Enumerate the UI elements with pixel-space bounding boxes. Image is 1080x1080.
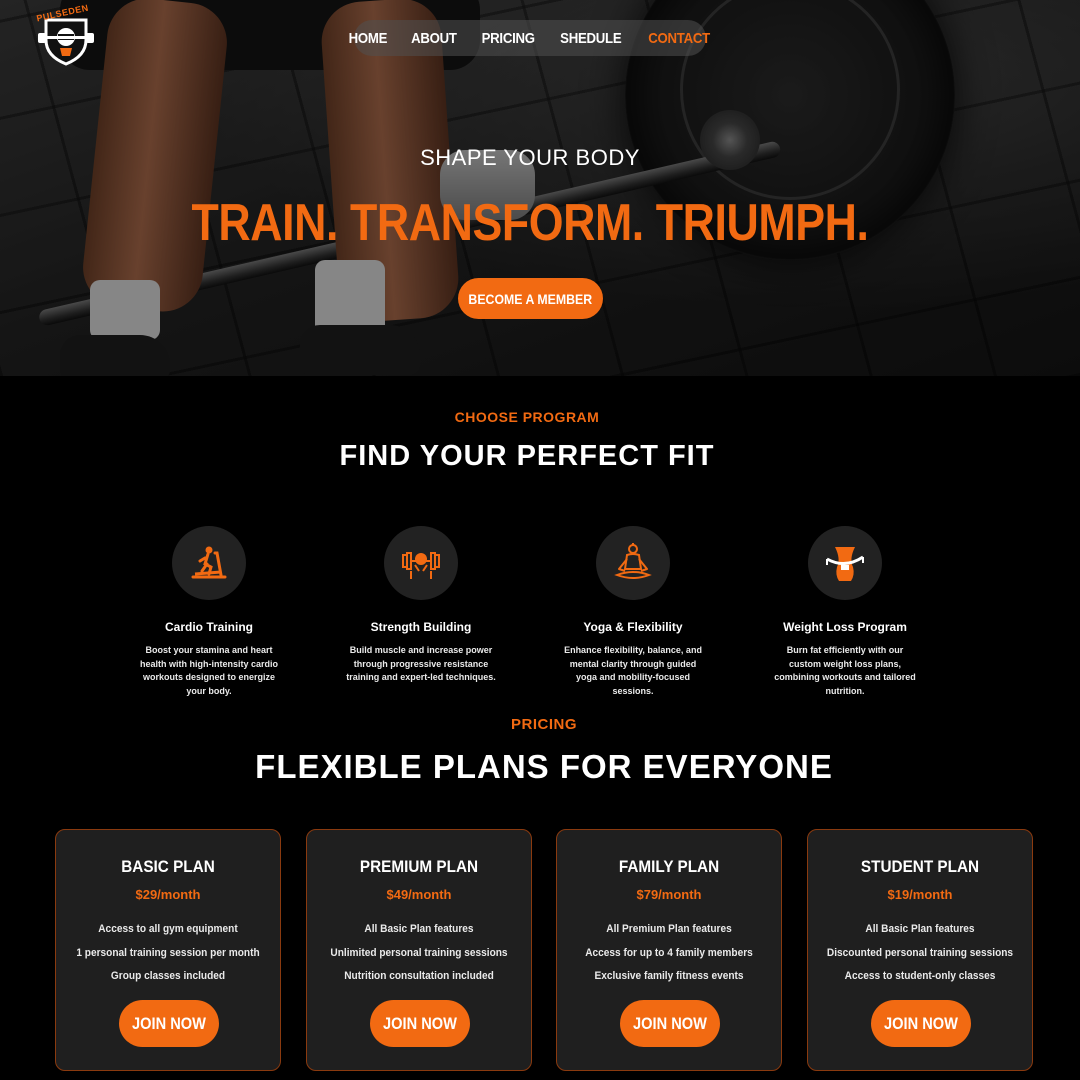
- plan-feature: Access to student-only classes: [844, 970, 996, 982]
- plan-features: All Premium Plan features Access for up …: [557, 918, 781, 989]
- plan-feature: Group classes included: [110, 970, 226, 982]
- hero-subtitle: SHAPE YOUR BODY: [420, 145, 640, 170]
- nav-home[interactable]: HOME: [349, 30, 388, 47]
- plan-feature: Discounted personal training sessions: [826, 946, 1014, 959]
- program-card-strength[interactable]: Strength Building Build muscle and incre…: [336, 520, 506, 685]
- plan-feature: Exclusive family fitness events: [594, 970, 744, 982]
- plan-feature: Access to all gym equipment: [98, 923, 238, 935]
- plan-feature: All Basic Plan features: [364, 923, 474, 935]
- program-description: Build muscle and increase power through …: [346, 645, 496, 682]
- join-now-button[interactable]: JOIN NOW: [370, 1000, 470, 1047]
- pricing-eyebrow: PRICING: [510, 716, 577, 733]
- pricing-title: FLEXIBLE PLANS FOR EVERYONE: [255, 748, 833, 785]
- plan-feature: All Basic Plan features: [865, 923, 975, 935]
- waist-measure-icon: [808, 526, 882, 600]
- hero-section: PULSEDEN HOME ABOUT PRICING SHEDULE CONT…: [0, 0, 1080, 376]
- program-card-weight-loss[interactable]: Weight Loss Program Burn fat efficiently…: [760, 520, 930, 698]
- join-now-button[interactable]: JOIN NOW: [871, 1000, 971, 1047]
- plan-name: BASIC PLAN: [121, 857, 215, 876]
- plan-feature: All Premium Plan features: [606, 923, 732, 935]
- plan-name: STUDENT PLAN: [860, 857, 980, 876]
- program-card-yoga[interactable]: Yoga & Flexibility Enhance flexibility, …: [548, 520, 718, 698]
- join-now-label: JOIN NOW: [884, 1013, 958, 1033]
- plan-feature: Access for up to 4 family members: [585, 946, 753, 959]
- program-title: Weight Loss Program: [783, 620, 907, 634]
- nav-contact[interactable]: CONTACT: [648, 30, 710, 47]
- program-title: Cardio Training: [164, 620, 253, 634]
- plan-feature: Unlimited personal training sessions: [330, 946, 508, 959]
- plan-features: Access to all gym equipment 1 personal t…: [56, 918, 280, 989]
- join-now-label: JOIN NOW: [132, 1013, 206, 1033]
- join-now-label: JOIN NOW: [633, 1013, 707, 1033]
- become-member-button[interactable]: BECOME A MEMBER: [458, 278, 603, 319]
- programs-title: FIND YOUR PERFECT FIT: [339, 440, 715, 472]
- plan-card-family: FAMILY PLAN $79/month All Premium Plan f…: [556, 829, 782, 1071]
- plan-price: $79/month: [636, 887, 702, 902]
- plan-price: $49/month: [386, 887, 452, 902]
- plan-card-student: STUDENT PLAN $19/month All Basic Plan fe…: [807, 829, 1033, 1071]
- plan-features: All Basic Plan features Discounted perso…: [808, 918, 1032, 989]
- plan-card-premium: PREMIUM PLAN $49/month All Basic Plan fe…: [306, 829, 532, 1071]
- yoga-meditation-icon: [596, 526, 670, 600]
- program-description: Enhance flexibility, balance, and mental…: [564, 645, 702, 696]
- plan-features: All Basic Plan features Unlimited person…: [307, 918, 531, 989]
- program-description: Boost your stamina and heart health with…: [139, 645, 278, 696]
- nav-schedule[interactable]: SHEDULE: [560, 30, 621, 47]
- program-title: Yoga & Flexibility: [583, 620, 683, 634]
- plan-feature: Nutrition consultation included: [344, 970, 494, 982]
- plan-card-basic: BASIC PLAN $29/month Access to all gym e…: [55, 829, 281, 1071]
- treadmill-icon: [172, 526, 246, 600]
- plan-price: $19/month: [887, 887, 953, 902]
- plan-feature: 1 personal training session per month: [76, 946, 260, 959]
- hero-title: TRAIN. TRANSFORM. TRIUMPH.: [191, 194, 869, 252]
- main-nav: HOME ABOUT PRICING SHEDULE CONTACT: [349, 20, 710, 56]
- dumbbell-flex-icon: [384, 526, 458, 600]
- plan-price: $29/month: [135, 887, 201, 902]
- programs-eyebrow: CHOOSE PROGRAM: [454, 409, 600, 425]
- join-now-button[interactable]: JOIN NOW: [119, 1000, 219, 1047]
- plan-name: FAMILY PLAN: [618, 857, 720, 876]
- nav-pricing[interactable]: PRICING: [481, 30, 534, 47]
- program-card-cardio[interactable]: Cardio Training Boost your stamina and h…: [124, 520, 294, 698]
- program-title: Strength Building: [370, 620, 472, 634]
- nav-about[interactable]: ABOUT: [411, 30, 457, 47]
- plan-name: PREMIUM PLAN: [359, 857, 479, 876]
- join-now-button[interactable]: JOIN NOW: [620, 1000, 720, 1047]
- hero-overlay: [0, 0, 1080, 376]
- join-now-label: JOIN NOW: [383, 1013, 457, 1033]
- programs-list: Cardio Training Boost your stamina and h…: [0, 520, 1080, 696]
- become-member-label: BECOME A MEMBER: [468, 290, 593, 307]
- program-description: Burn fat efficiently with our custom wei…: [774, 645, 916, 696]
